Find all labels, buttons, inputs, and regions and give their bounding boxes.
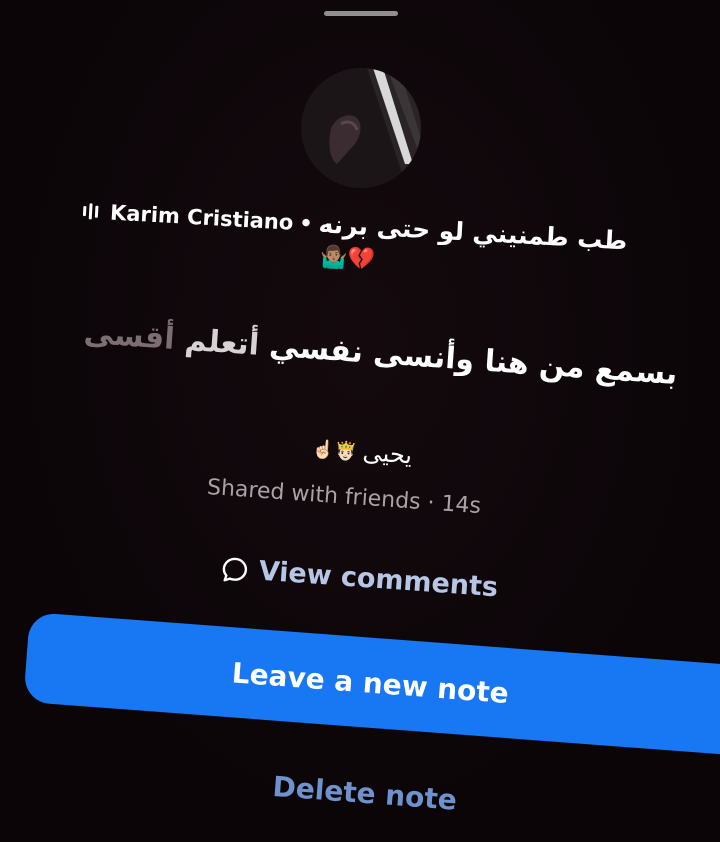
profile-avatar[interactable] — [301, 68, 421, 188]
lyric-highlighted: بسمع من هنا وأنسى نفسي — [268, 328, 679, 393]
music-emojis: 🤷🏽‍♂️💔 — [319, 244, 376, 273]
author-emojis: ☝🏻🤴🏻 — [311, 438, 358, 463]
note-author[interactable]: ☝🏻🤴🏻 يحيى — [311, 435, 414, 470]
comment-bubble-icon — [222, 557, 248, 581]
leave-new-note-label: Leave a new note — [230, 655, 510, 710]
view-comments-button[interactable]: View comments — [220, 553, 499, 603]
author-name: يحيى — [361, 438, 414, 470]
avatar-image — [301, 68, 421, 188]
note-audience: Shared with friends — [206, 475, 422, 515]
note-time: 14s — [440, 491, 482, 520]
audio-bars-icon — [82, 202, 99, 219]
music-row[interactable]: Karim Cristiano • طب طمنيني لو حتى برنه — [82, 196, 683, 258]
sheet-grabber-handle[interactable] — [324, 11, 398, 16]
lyric-upcoming: أقسى — [82, 315, 176, 357]
meta-dot: · — [426, 490, 436, 516]
music-artist: Karim Cristiano — [109, 200, 294, 235]
note-sheet: Karim Cristiano • طب طمنيني لو حتى برنه … — [0, 0, 720, 842]
view-comments-label: View comments — [257, 555, 499, 604]
delete-note-button[interactable]: Delete note — [272, 770, 458, 817]
leave-new-note-button[interactable]: Leave a new note — [23, 612, 720, 761]
delete-note-label: Delete note — [271, 770, 458, 817]
note-meta: Shared with friends · 14s — [206, 475, 481, 519]
note-lyric: بسمع من هنا وأنسى نفسي أتعلم أقسى — [83, 316, 679, 393]
music-separator: • — [298, 210, 314, 236]
lyric-partial: أتعلم — [183, 322, 261, 363]
